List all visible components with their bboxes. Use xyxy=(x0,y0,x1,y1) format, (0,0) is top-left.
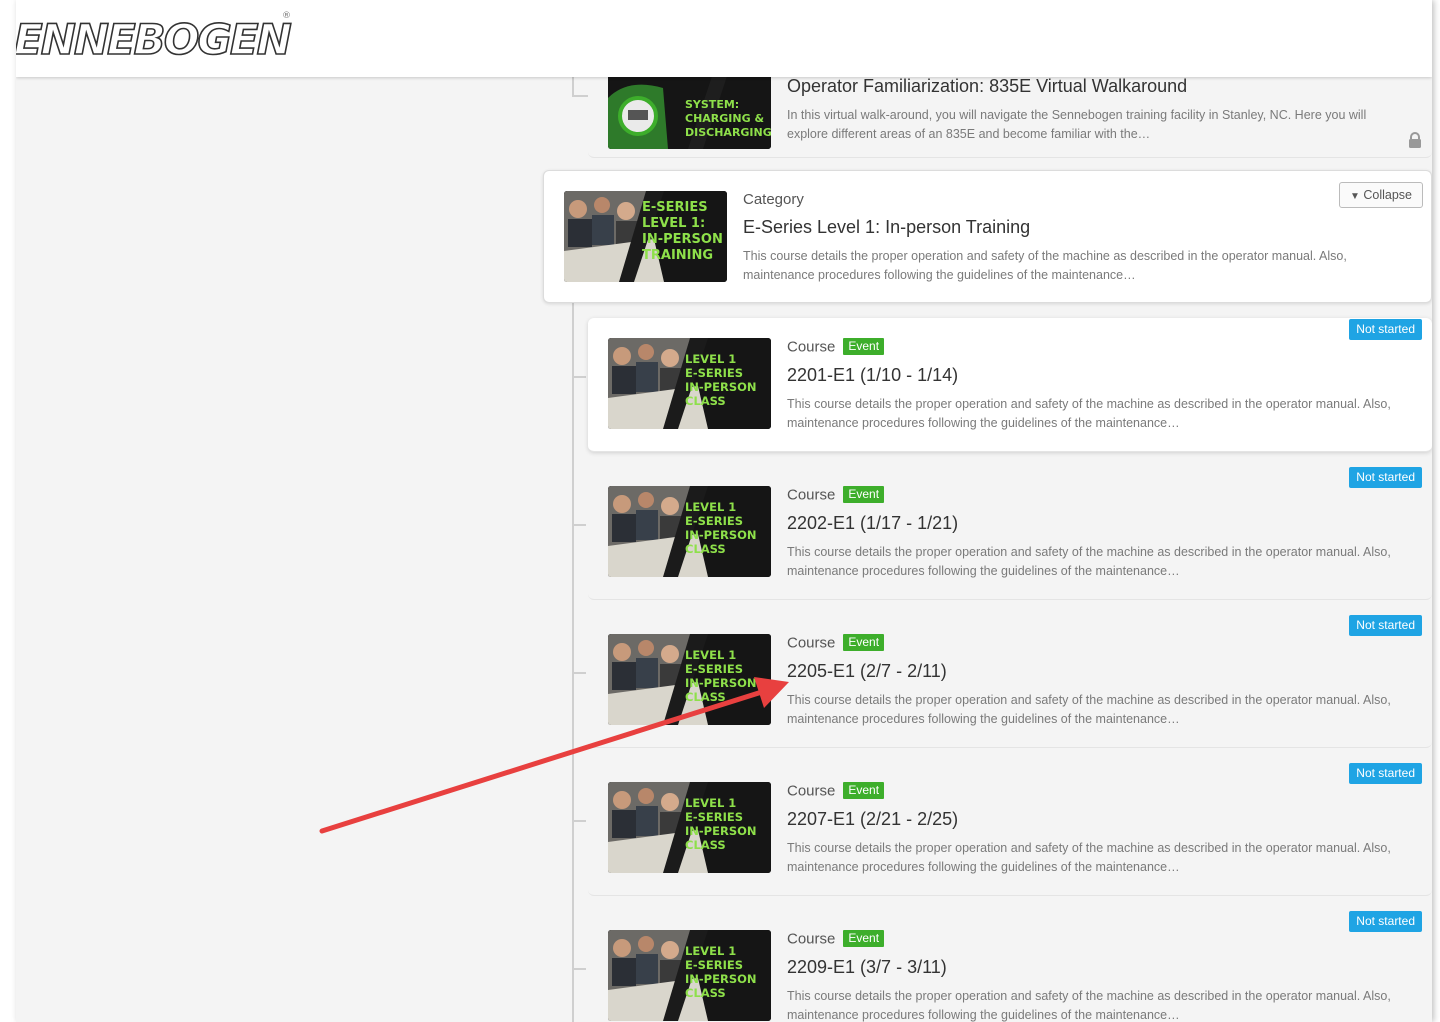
course-thumbnail[interactable]: LEVEL 1 E-SERIES IN-PERSON CLASS xyxy=(608,338,771,429)
tree-connector xyxy=(572,77,588,97)
category-description: This course details the proper operation… xyxy=(743,249,1347,282)
course-card-5[interactable]: LEVEL 1 E-SERIES IN-PERSON CLASS Course E… xyxy=(588,910,1432,1022)
course-title[interactable]: 2209-E1 (3/7 - 3/11) xyxy=(787,957,1412,978)
status-badge: Not started xyxy=(1349,911,1422,932)
event-badge: Event xyxy=(843,338,885,356)
course-card-3[interactable]: LEVEL 1 E-SERIES IN-PERSON CLASS Course E… xyxy=(588,614,1432,748)
course-title[interactable]: 2202-E1 (1/17 - 1/21) xyxy=(787,513,1412,534)
event-badge: Event xyxy=(843,930,885,948)
thumb-line: E-SERIES xyxy=(685,662,743,676)
collapse-button[interactable]: ▼ Collapse xyxy=(1338,182,1423,208)
course-type-label: Course xyxy=(787,486,836,504)
category-title[interactable]: E-Series Level 1: In-person Training xyxy=(743,217,1368,238)
thumb-line: IN-PERSON xyxy=(685,528,757,542)
collapse-label: Collapse xyxy=(1363,188,1412,202)
course-description: This course details the proper operation… xyxy=(787,693,1391,726)
tree-tick xyxy=(574,376,586,378)
brand-logo[interactable]: ENNEBOGEN ® xyxy=(16,0,296,76)
thumb-line: E-SERIES xyxy=(685,810,743,824)
category-card[interactable]: E-SERIES LEVEL 1: IN-PERSON TRAINING Cat… xyxy=(543,170,1432,303)
thumb-line: TRAINING xyxy=(642,248,713,263)
thumb-line: CLASS xyxy=(685,542,726,556)
thumb-line: E-SERIES xyxy=(642,200,708,215)
course-card-1[interactable]: LEVEL 1 E-SERIES IN-PERSON CLASS Course E… xyxy=(588,318,1432,452)
course-description: This course details the proper operation… xyxy=(787,989,1391,1022)
course-thumbnail[interactable]: LEVEL 1 E-SERIES IN-PERSON CLASS xyxy=(608,930,771,1021)
thumb-line: IN-PERSON xyxy=(685,676,757,690)
status-badge: Not started xyxy=(1349,763,1422,784)
course-type-label: Course xyxy=(787,782,836,800)
thumb-line: CLASS xyxy=(685,690,726,704)
chevron-down-icon: ▼ xyxy=(1349,191,1360,202)
lock-icon xyxy=(1409,132,1421,148)
course-card-2[interactable]: LEVEL 1 E-SERIES IN-PERSON CLASS Course E… xyxy=(588,466,1432,600)
thumb-line: CLASS xyxy=(685,394,726,408)
course-description: This course details the proper operation… xyxy=(787,841,1391,874)
thumb-line: E-SERIES xyxy=(685,366,743,380)
page: ENNEBOGEN ® SYSTEM: CHARGING & DISCHARGI… xyxy=(16,0,1432,1022)
event-badge: Event xyxy=(843,634,885,652)
course-type-label: Course xyxy=(787,634,836,652)
course-description: In this virtual walk-around, you will na… xyxy=(787,108,1367,141)
event-badge: Event xyxy=(843,782,885,800)
thumb-line: LEVEL 1 xyxy=(685,500,736,514)
course-description: This course details the proper operation… xyxy=(787,397,1391,430)
course-thumbnail[interactable]: LEVEL 1 E-SERIES IN-PERSON CLASS xyxy=(608,782,771,873)
thumb-line: LEVEL 1 xyxy=(685,648,736,662)
thumb-line: SYSTEM: xyxy=(685,98,739,111)
thumb-line: IN-PERSON xyxy=(642,232,723,247)
category-thumbnail[interactable]: E-SERIES LEVEL 1: IN-PERSON TRAINING xyxy=(564,191,727,282)
thumb-line: IN-PERSON xyxy=(685,824,757,838)
tree-tick xyxy=(574,524,586,526)
thumb-line: LEVEL 1 xyxy=(685,796,736,810)
status-badge: Not started xyxy=(1349,615,1422,636)
course-title[interactable]: 2201-E1 (1/10 - 1/14) xyxy=(787,365,1412,386)
thumb-line: E-SERIES xyxy=(685,514,743,528)
thumb-line: DISCHARGING xyxy=(685,126,771,139)
course-title[interactable]: 2207-E1 (2/21 - 2/25) xyxy=(787,809,1412,830)
thumb-line: E-SERIES xyxy=(685,958,743,972)
tree-tick xyxy=(574,672,586,674)
event-badge: Event xyxy=(843,486,885,504)
thumb-line: IN-PERSON xyxy=(685,380,757,394)
course-description: This course details the proper operation… xyxy=(787,545,1391,578)
thumb-line: CLASS xyxy=(685,838,726,852)
course-title[interactable]: Operator Familiarization: 835E Virtual W… xyxy=(787,76,1397,97)
tree-tick xyxy=(574,968,586,970)
course-thumbnail[interactable]: LEVEL 1 E-SERIES IN-PERSON CLASS xyxy=(608,486,771,577)
logo-text: ENNEBOGEN xyxy=(16,15,292,64)
course-thumbnail[interactable]: LEVEL 1 E-SERIES IN-PERSON CLASS xyxy=(608,634,771,725)
course-type-label: Course xyxy=(787,930,836,948)
status-badge: Not started xyxy=(1349,319,1422,340)
thumb-line: LEVEL 1 xyxy=(685,352,736,366)
course-type-label: Course xyxy=(787,338,836,356)
thumb-line: LEVEL 1 xyxy=(685,944,736,958)
category-label: Category xyxy=(743,191,804,208)
header: ENNEBOGEN ® xyxy=(16,0,1432,77)
course-title[interactable]: 2205-E1 (2/7 - 2/11) xyxy=(787,661,1412,682)
thumb-line: LEVEL 1: xyxy=(642,216,705,231)
course-card-4[interactable]: LEVEL 1 E-SERIES IN-PERSON CLASS Course E… xyxy=(588,762,1432,896)
registered-mark: ® xyxy=(282,11,291,21)
thumb-line: CLASS xyxy=(685,986,726,1000)
tree-line xyxy=(572,300,574,1022)
tree-tick xyxy=(574,820,586,822)
thumb-line: CHARGING & xyxy=(685,112,764,125)
status-badge: Not started xyxy=(1349,467,1422,488)
thumb-line: IN-PERSON xyxy=(685,972,757,986)
